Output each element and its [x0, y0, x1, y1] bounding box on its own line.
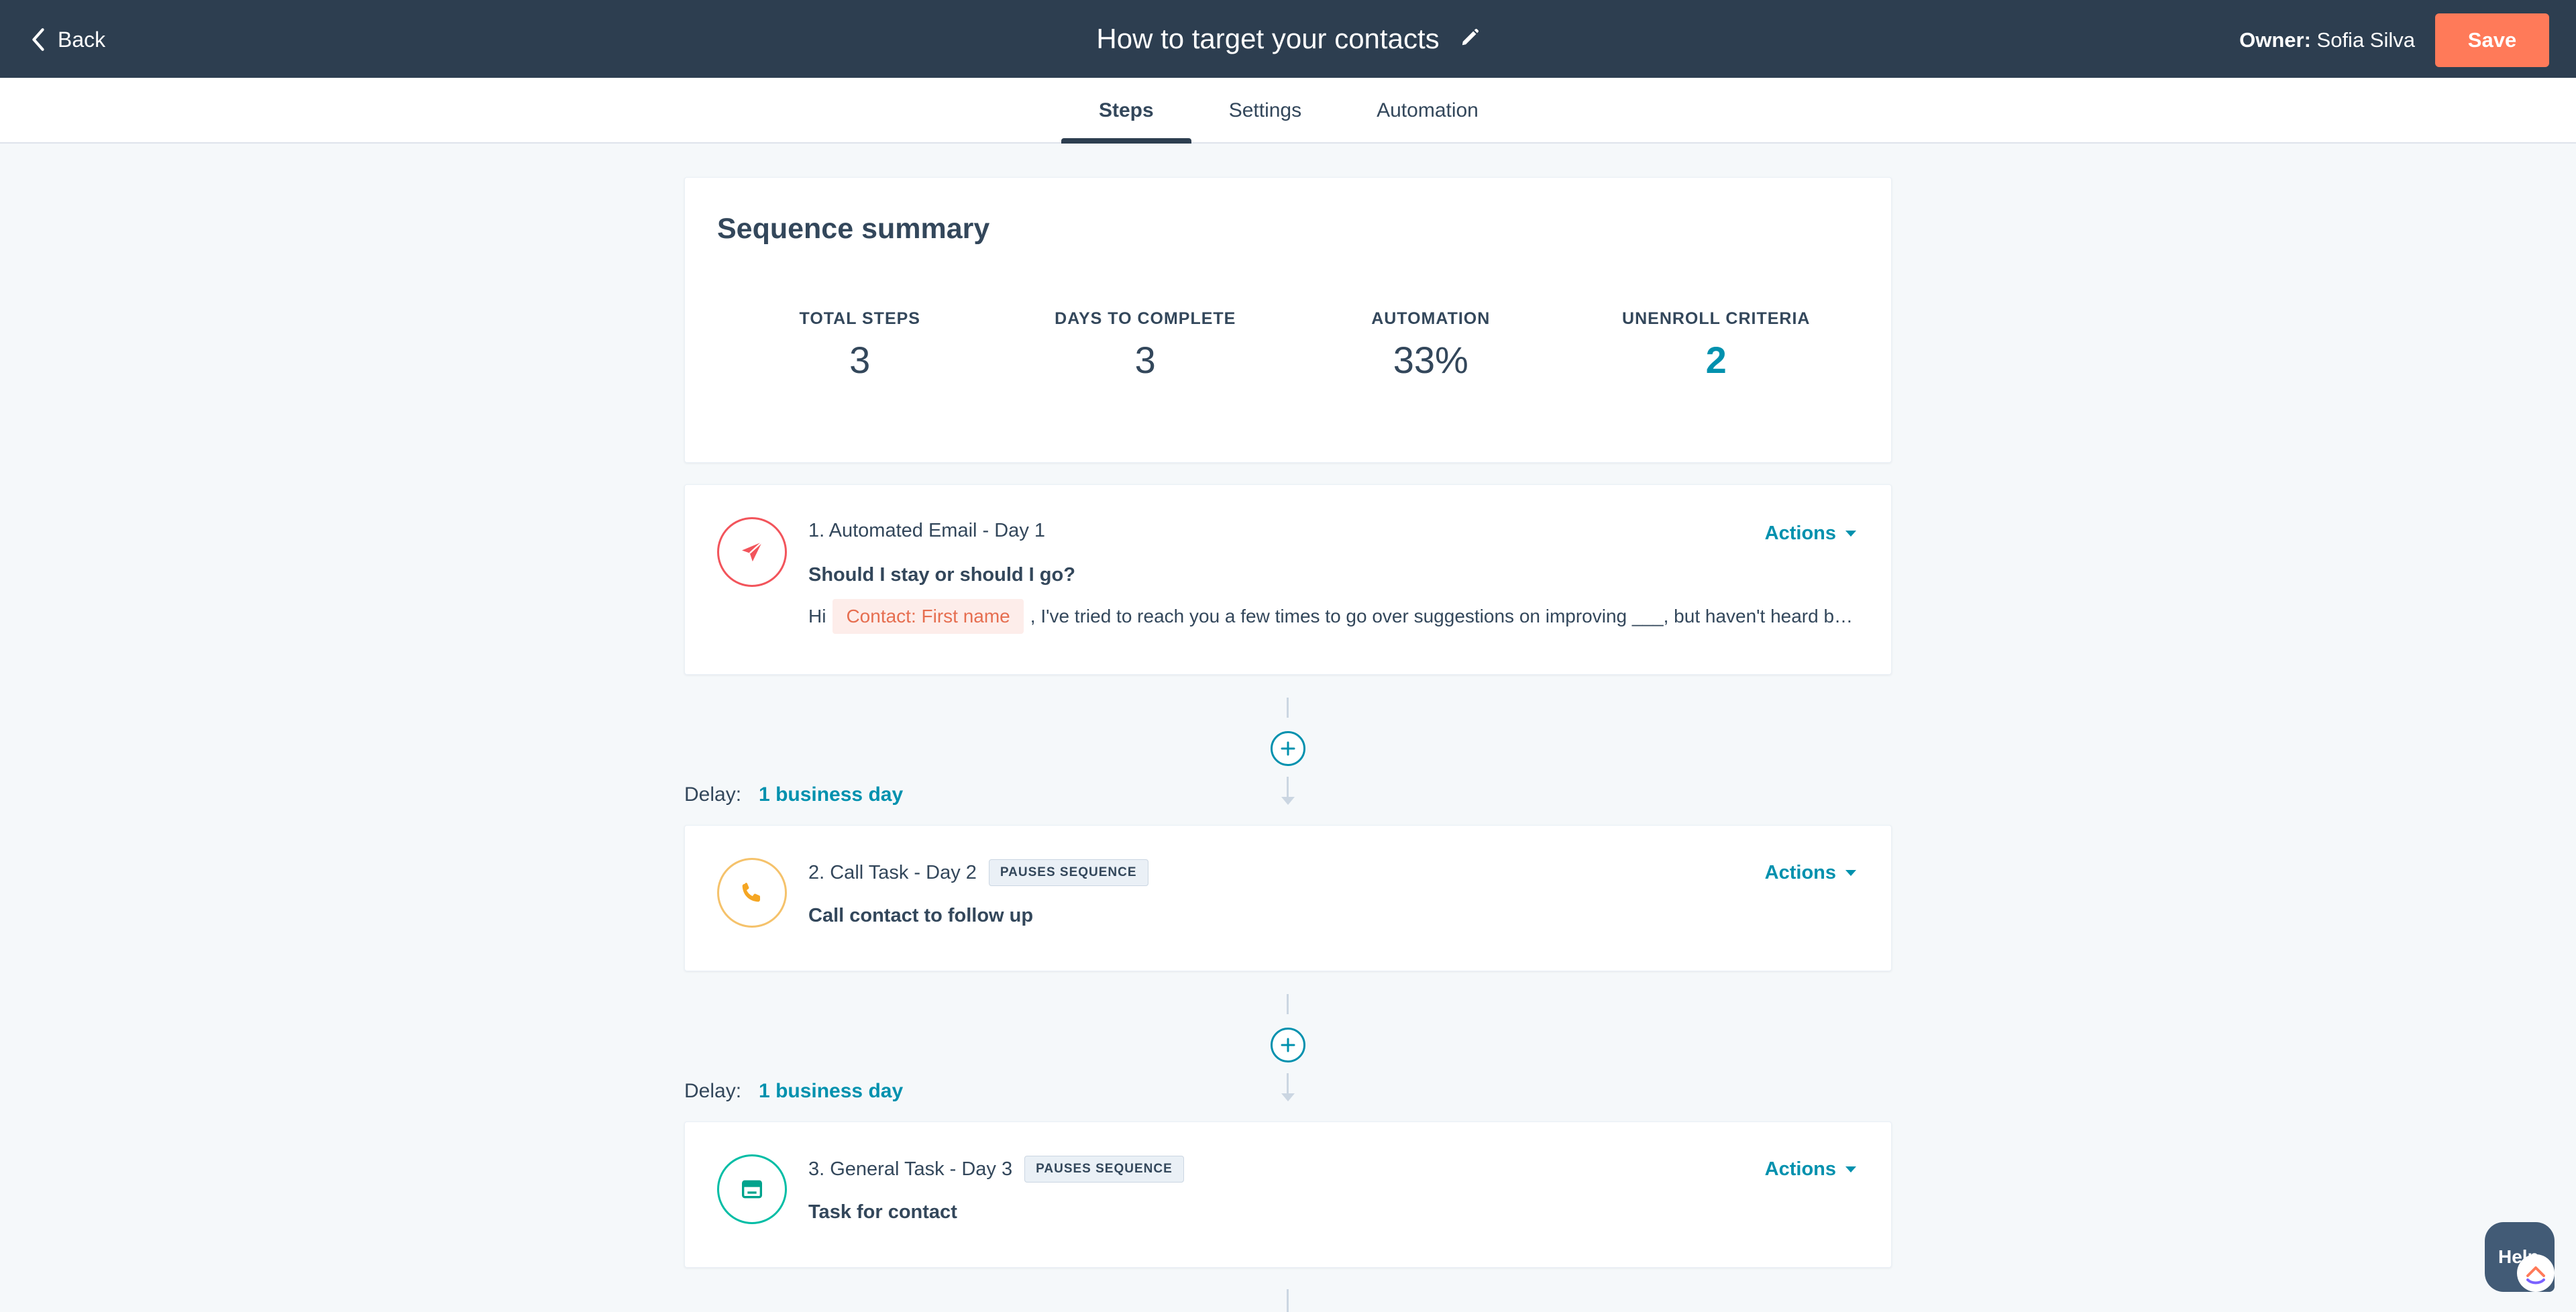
connector-line [1287, 1289, 1289, 1312]
owner-name: Sofia Silva [2316, 28, 2415, 52]
task-icon [717, 1154, 787, 1224]
delay-label: Delay: [684, 783, 742, 806]
actions-dropdown[interactable]: Actions [1765, 862, 1856, 884]
actions-label: Actions [1764, 523, 1836, 544]
email-preview: Hi Contact: First name , I've tried to r… [808, 599, 1859, 634]
pauses-sequence-badge: PAUSES SEQUENCE [988, 859, 1148, 886]
email-subject: Should I stay or should I go? [808, 564, 1075, 586]
top-bar: Back How to target your contacts Owner: … [0, 0, 2576, 78]
stat-value: 3 [1134, 339, 1156, 381]
add-step-button[interactable] [1271, 1028, 1305, 1062]
stat-value: 33% [1393, 339, 1468, 381]
paper-plane-icon [717, 517, 787, 587]
step-heading: 3. General Task - Day 3 PAUSES SEQUENCE [808, 1156, 1184, 1183]
actions-label: Actions [1764, 1158, 1836, 1180]
save-button[interactable]: Save [2435, 13, 2549, 67]
add-step-button[interactable] [1271, 731, 1305, 766]
arrow-down-icon [1281, 797, 1295, 805]
phone-icon [717, 858, 787, 928]
actions-dropdown[interactable]: Actions [1765, 523, 1856, 545]
step-heading: 1. Automated Email - Day 1 [808, 520, 1045, 542]
stat-unenroll-criteria: UNENROLL CRITERIA 2 [1574, 309, 1860, 382]
summary-stats: TOTAL STEPS 3 DAYS TO COMPLETE 3 AUTOMAT… [717, 309, 1859, 382]
preview-greeting: Hi [808, 606, 826, 626]
assistant-logo-icon[interactable] [2517, 1254, 2555, 1292]
delay-label: Delay: [684, 1080, 742, 1102]
step-title: 1. Automated Email - Day 1 [808, 520, 1045, 541]
unenroll-criteria-link[interactable]: 2 [1574, 338, 1860, 382]
sequence-summary-card: Sequence summary TOTAL STEPS 3 DAYS TO C… [684, 177, 1892, 463]
tab-bar: Steps Settings Automation [0, 78, 2576, 144]
delay-row: Delay: 1 business day [684, 1080, 903, 1103]
pencil-icon[interactable] [1460, 28, 1480, 51]
tabs: Steps Settings Automation [1061, 78, 1516, 144]
step-heading: 2. Call Task - Day 2 PAUSES SEQUENCE [808, 859, 1148, 886]
connector-line [1287, 698, 1289, 718]
arrow-down-icon [1281, 1093, 1295, 1101]
step-title: 3. General Task - Day 3 [808, 1158, 1013, 1180]
actions-dropdown[interactable]: Actions [1765, 1158, 1856, 1181]
stat-label: DAYS TO COMPLETE [1055, 309, 1236, 328]
step-card-call-task[interactable]: 2. Call Task - Day 2 PAUSES SEQUENCE Cal… [684, 825, 1892, 971]
step-title: 2. Call Task - Day 2 [808, 861, 977, 883]
caret-down-icon [1845, 1166, 1856, 1172]
stat-total-steps: TOTAL STEPS 3 [717, 309, 1003, 382]
tab-settings[interactable]: Settings [1191, 78, 1339, 144]
summary-title: Sequence summary [717, 213, 990, 245]
task-subject: Task for contact [808, 1201, 957, 1223]
step-card-general-task[interactable]: 3. General Task - Day 3 PAUSES SEQUENCE … [684, 1122, 1892, 1268]
preview-body: , I've tried to reach you a few times to… [1030, 606, 1859, 626]
delay-value-link[interactable]: 1 business day [759, 783, 903, 806]
stat-automation: AUTOMATION 33% [1288, 309, 1574, 382]
connector-line [1287, 994, 1289, 1014]
caret-down-icon [1845, 870, 1856, 876]
task-subject: Call contact to follow up [808, 905, 1034, 926]
stat-label: AUTOMATION [1371, 309, 1491, 328]
step-card-automated-email[interactable]: 1. Automated Email - Day 1 Should I stay… [684, 484, 1892, 675]
actions-label: Actions [1764, 862, 1836, 883]
owner-info: Owner: Sofia Silva [2239, 28, 2415, 52]
stat-label: TOTAL STEPS [799, 309, 920, 328]
stat-days-to-complete: DAYS TO COMPLETE 3 [1003, 309, 1289, 382]
tab-automation[interactable]: Automation [1339, 78, 1516, 144]
page-title[interactable]: How to target your contacts [1096, 23, 1439, 55]
plus-icon [1281, 741, 1295, 756]
owner-label: Owner: [2239, 28, 2311, 52]
title-area: How to target your contacts [0, 20, 2576, 58]
delay-row: Delay: 1 business day [684, 783, 903, 806]
tab-steps[interactable]: Steps [1061, 78, 1191, 144]
plus-icon [1281, 1038, 1295, 1052]
stat-value: 3 [849, 339, 871, 381]
personalization-token: Contact: First name [833, 599, 1024, 634]
stat-label: UNENROLL CRITERIA [1622, 309, 1811, 328]
delay-value-link[interactable]: 1 business day [759, 1080, 903, 1103]
caret-down-icon [1845, 531, 1856, 537]
pauses-sequence-badge: PAUSES SEQUENCE [1024, 1156, 1184, 1183]
